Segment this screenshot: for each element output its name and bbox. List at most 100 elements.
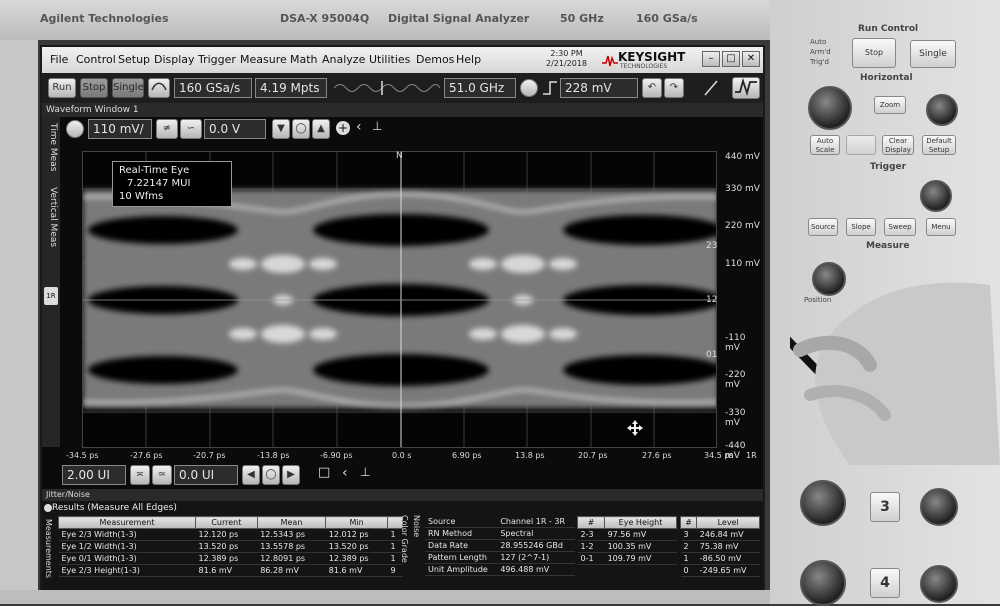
measurement-name: Eye 1/2 Width(1-3) xyxy=(58,540,196,553)
vertical-offset-field[interactable]: 0.0 V xyxy=(204,119,266,139)
channel-3-button[interactable]: 3 xyxy=(870,492,900,522)
trigger-indicator-button[interactable] xyxy=(520,79,538,97)
tab-vertical-meas[interactable]: Vertical Meas xyxy=(44,187,58,247)
channel-3-knob[interactable] xyxy=(800,480,846,526)
horizontal-position-knob[interactable] xyxy=(926,94,958,126)
pin-icon[interactable]: ⊥ xyxy=(372,119,382,133)
menu-control[interactable]: Control xyxy=(76,53,116,66)
oscilloscope-screen: File Control Setup Display Trigger Measu… xyxy=(40,45,765,590)
front-stop-button[interactable]: Stop xyxy=(852,38,896,68)
maximize-button[interactable]: □ xyxy=(722,51,740,67)
sample-rate-field[interactable]: 160 GSa/s xyxy=(174,78,252,98)
default-setup-button[interactable]: Default Setup xyxy=(922,135,956,155)
table-row[interactable]: Eye 1/2 Width(1-3) 13.520 ps 13.5578 ps … xyxy=(58,540,403,553)
trash-icon[interactable]: □ xyxy=(318,465,330,480)
instrument-bezel-bottom xyxy=(0,590,800,604)
table-row[interactable]: Eye 2/3 Height(1-3) 81.6 mV 86.28 mV 81.… xyxy=(58,564,403,577)
measurement-min: 12.012 ps xyxy=(325,528,388,541)
blank-button[interactable] xyxy=(846,135,876,155)
trigger-level-field[interactable]: 228 mV xyxy=(560,78,638,98)
armd-label: Arm'd xyxy=(810,48,831,56)
vertical-shape-button-2[interactable]: ∽ xyxy=(180,119,202,139)
pin-icon[interactable]: ⊥ xyxy=(360,465,370,479)
waveform-view-button[interactable] xyxy=(732,77,760,99)
horizontal-scale-knob[interactable] xyxy=(808,86,852,130)
channel-4-button[interactable]: 4 xyxy=(870,568,900,598)
channel-4-offset-knob[interactable] xyxy=(920,565,958,603)
vertical-knob-button[interactable] xyxy=(66,120,84,138)
menu-math[interactable]: Math xyxy=(290,53,318,66)
vertical-scale-field[interactable]: 110 mV/ xyxy=(88,119,152,139)
instrument-bezel-left xyxy=(0,40,38,604)
clear-display-button[interactable]: Clear Display xyxy=(882,135,914,155)
run-button[interactable]: Run xyxy=(48,78,76,98)
horizontal-position-field[interactable]: 0.0 UI xyxy=(174,465,238,485)
minimize-button[interactable]: – xyxy=(702,51,720,67)
horizontal-shape-button-2[interactable]: ≃ xyxy=(152,465,172,485)
undo-button[interactable]: ↶ xyxy=(642,78,662,98)
back-icon[interactable]: ‹ xyxy=(356,119,362,135)
color-grade-label[interactable]: Color Grade xyxy=(400,515,409,563)
horizontal-shape-button-1[interactable]: ≍ xyxy=(130,465,150,485)
waveform-icon xyxy=(735,77,757,97)
acquisition-mode-button[interactable] xyxy=(148,78,170,98)
results-settings-icon[interactable] xyxy=(44,504,52,512)
collapse-icon[interactable]: ‹ xyxy=(342,465,348,481)
menu-file[interactable]: File xyxy=(50,53,68,66)
results-panel: Results (Measure All Edges) Measurements… xyxy=(42,501,763,590)
right-marker-12[interactable]: 12 xyxy=(706,295,717,305)
trigger-menu-button[interactable]: Menu xyxy=(926,218,956,236)
zoom-button[interactable]: Zoom xyxy=(874,96,906,114)
horizontal-scale-field[interactable]: 2.00 UI xyxy=(62,465,126,485)
trigger-source-button[interactable]: Source xyxy=(808,218,838,236)
right-marker-01[interactable]: 01 xyxy=(706,350,717,360)
bandwidth-field[interactable]: 51.0 GHz xyxy=(444,78,516,98)
offset-down-button[interactable]: ▼ xyxy=(272,119,290,139)
measurement-mean: 12.5343 ps xyxy=(257,528,326,541)
table-row[interactable]: Eye 0/1 Width(1-3) 12.389 ps 12.8091 ps … xyxy=(58,552,403,565)
auto-scale-button[interactable]: Auto Scale xyxy=(810,135,840,155)
info-key: Data Rate xyxy=(425,539,498,552)
menu-trigger[interactable]: Trigger xyxy=(198,53,236,66)
trigger-slope-button[interactable]: Slope xyxy=(846,218,876,236)
close-button[interactable]: ✕ xyxy=(742,51,760,67)
cursor-tool-icon[interactable] xyxy=(702,78,720,98)
memory-depth-field[interactable]: 4.19 Mpts xyxy=(255,78,327,98)
offset-reset-button[interactable]: ◯ xyxy=(292,119,310,139)
menu-display[interactable]: Display xyxy=(154,53,195,66)
col-level: Level xyxy=(696,516,760,529)
offset-up-button[interactable]: ▲ xyxy=(312,119,330,139)
menu-demos[interactable]: Demos xyxy=(416,53,454,66)
measurement-min: 12.389 ps xyxy=(325,552,388,565)
noise-label[interactable]: Noise xyxy=(412,515,421,537)
channel-3-offset-knob[interactable] xyxy=(920,488,958,526)
stop-button[interactable]: Stop xyxy=(80,78,108,98)
table-row[interactable]: Eye 2/3 Width(1-3) 12.120 ps 12.5343 ps … xyxy=(58,528,403,541)
eye-height-value: 97.56 mV xyxy=(604,528,677,541)
menu-bar: File Control Setup Display Trigger Measu… xyxy=(42,47,763,73)
add-icon[interactable]: + xyxy=(336,121,350,135)
menu-measure[interactable]: Measure xyxy=(240,53,287,66)
channel-4-knob[interactable] xyxy=(800,560,846,606)
right-marker-23[interactable]: 23 xyxy=(706,241,717,251)
logo-subtext: TECHNOLOGIES xyxy=(620,63,668,70)
trigger-level-knob[interactable] xyxy=(920,180,952,212)
position-left-button[interactable]: ◀ xyxy=(242,465,260,485)
menu-help[interactable]: Help xyxy=(456,53,481,66)
channel-marker[interactable]: 1R xyxy=(44,287,58,305)
front-single-button[interactable]: Single xyxy=(910,40,956,68)
position-reset-button[interactable]: ◯ xyxy=(262,465,280,485)
waveform-window-title: Waveform Window 1 xyxy=(42,103,763,117)
tab-time-meas[interactable]: Time Meas xyxy=(44,123,58,171)
trigger-label: Trigger xyxy=(870,162,907,172)
eye-info-ui-count: 7.22147 MUI xyxy=(127,178,191,189)
results-title: Results (Measure All Edges) xyxy=(52,503,177,513)
trigger-sweep-button[interactable]: Sweep xyxy=(884,218,916,236)
menu-setup[interactable]: Setup xyxy=(118,53,150,66)
vertical-shape-button-1[interactable]: ≄ xyxy=(156,119,178,139)
redo-button[interactable]: ↷ xyxy=(664,78,684,98)
menu-utilities[interactable]: Utilities xyxy=(369,53,410,66)
menu-analyze[interactable]: Analyze xyxy=(322,53,365,66)
single-button[interactable]: Single xyxy=(112,78,144,98)
position-right-button[interactable]: ▶ xyxy=(282,465,300,485)
